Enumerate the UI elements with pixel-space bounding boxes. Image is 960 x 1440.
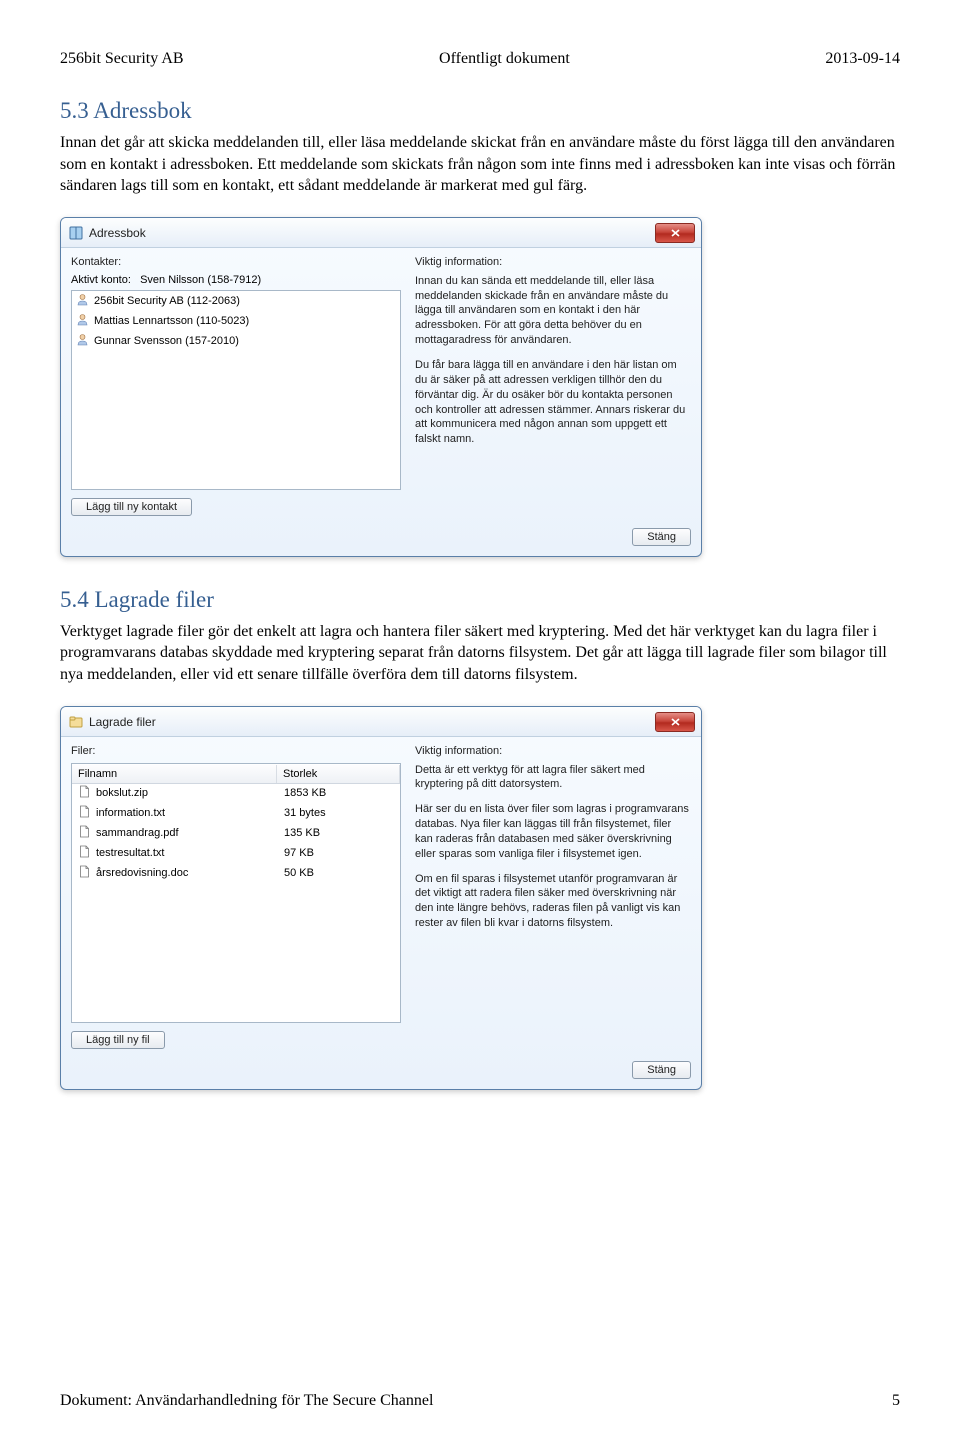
file-size: 50 KB — [284, 866, 394, 881]
active-account-name: Sven Nilsson (158-7912) — [140, 274, 261, 286]
person-icon — [76, 313, 94, 331]
file-list-item[interactable]: årsredovisning.doc 50 KB — [72, 864, 400, 884]
info-label-1: Viktig information: — [415, 256, 691, 268]
footer-page-number: 5 — [892, 1392, 900, 1410]
close-button[interactable] — [655, 712, 695, 732]
file-name: testresultat.txt — [96, 846, 164, 861]
contact-name: Gunnar Svensson (157-2010) — [94, 334, 239, 349]
file-size: 135 KB — [284, 826, 394, 841]
header-filename[interactable]: Filnamn — [72, 765, 277, 783]
book-icon — [69, 226, 83, 240]
section-heading-adressbok: 5.3 Adressbok — [60, 98, 900, 124]
files-list-header[interactable]: Filnamn Storlek — [72, 765, 400, 784]
lagrade-titlebar[interactable]: Lagrade filer — [61, 707, 701, 737]
file-name: bokslut.zip — [96, 786, 148, 801]
person-icon — [76, 293, 94, 311]
contacts-listbox[interactable]: 256bit Security AB (112-2063) Mattias Len… — [71, 290, 401, 490]
file-list-item[interactable]: bokslut.zip 1853 KB — [72, 784, 400, 804]
contacts-label: Kontakter: — [71, 256, 401, 268]
file-icon — [78, 845, 96, 863]
file-name: sammandrag.pdf — [96, 826, 179, 841]
info-label-2: Viktig information: — [415, 745, 691, 757]
folder-icon — [69, 715, 83, 729]
close-button[interactable] — [655, 223, 695, 243]
contact-name: Mattias Lennartsson (110-5023) — [94, 314, 249, 329]
header-size[interactable]: Storlek — [277, 765, 400, 783]
files-label: Filer: — [71, 745, 401, 757]
add-contact-button[interactable]: Lägg till ny kontakt — [71, 498, 192, 516]
header-doc-type: Offentligt dokument — [439, 50, 570, 68]
person-icon — [76, 333, 94, 351]
files-listbox[interactable]: Filnamn Storlek bokslut.zip 1853 KB inform… — [71, 763, 401, 1023]
header-date: 2013-09-14 — [825, 50, 900, 68]
file-list-item[interactable]: testresultat.txt 97 KB — [72, 844, 400, 864]
section-body-lagrade: Verktyget lagrade filer gör det enkelt a… — [60, 621, 900, 686]
file-icon — [78, 785, 96, 803]
file-icon — [78, 865, 96, 883]
contact-name: 256bit Security AB (112-2063) — [94, 294, 240, 309]
file-size: 97 KB — [284, 846, 394, 861]
page-header: 256bit Security AB Offentligt dokument 2… — [60, 50, 900, 68]
file-size: 1853 KB — [284, 786, 394, 801]
file-name: årsredovisning.doc — [96, 866, 188, 881]
close-icon — [670, 228, 681, 238]
file-icon — [78, 825, 96, 843]
adressbok-dialog: Adressbok Kontakter: Aktivt konto: Sven … — [60, 217, 702, 557]
header-company: 256bit Security AB — [60, 50, 184, 68]
info-paragraph-2a: Detta är ett verktyg för att lagra filer… — [415, 763, 691, 793]
file-list-item[interactable]: information.txt 31 bytes — [72, 804, 400, 824]
info-paragraph-1a: Innan du kan sända ett meddelande till, … — [415, 274, 691, 348]
active-account-label: Aktivt konto: — [71, 274, 131, 286]
close-dialog-button[interactable]: Stäng — [632, 528, 691, 546]
file-list-item[interactable]: sammandrag.pdf 135 KB — [72, 824, 400, 844]
adressbok-title: Adressbok — [89, 226, 655, 240]
page-footer: Dokument: Användarhandledning för The Se… — [60, 1392, 900, 1410]
active-account-line: Aktivt konto: Sven Nilsson (158-7912) — [71, 274, 401, 286]
section-heading-lagrade: 5.4 Lagrade filer — [60, 587, 900, 613]
contact-list-item[interactable]: Mattias Lennartsson (110-5023) — [72, 312, 400, 332]
section-body-adressbok: Innan det går att skicka meddelanden til… — [60, 132, 900, 197]
file-icon — [78, 805, 96, 823]
close-dialog-button[interactable]: Stäng — [632, 1061, 691, 1079]
file-name: information.txt — [96, 806, 165, 821]
file-size: 31 bytes — [284, 806, 394, 821]
adressbok-titlebar[interactable]: Adressbok — [61, 218, 701, 248]
close-icon — [670, 717, 681, 727]
info-paragraph-2c: Om en fil sparas i filsystemet utanför p… — [415, 872, 691, 931]
info-paragraph-1b: Du får bara lägga till en användare i de… — [415, 358, 691, 447]
contact-list-item[interactable]: 256bit Security AB (112-2063) — [72, 292, 400, 312]
contact-list-item[interactable]: Gunnar Svensson (157-2010) — [72, 332, 400, 352]
lagrade-title: Lagrade filer — [89, 715, 655, 729]
add-file-button[interactable]: Lägg till ny fil — [71, 1031, 165, 1049]
footer-document-name: Dokument: Användarhandledning för The Se… — [60, 1392, 433, 1410]
lagrade-filer-dialog: Lagrade filer Filer: Filnamn Storlek bok… — [60, 706, 702, 1090]
info-paragraph-2b: Här ser du en lista över filer som lagra… — [415, 802, 691, 861]
